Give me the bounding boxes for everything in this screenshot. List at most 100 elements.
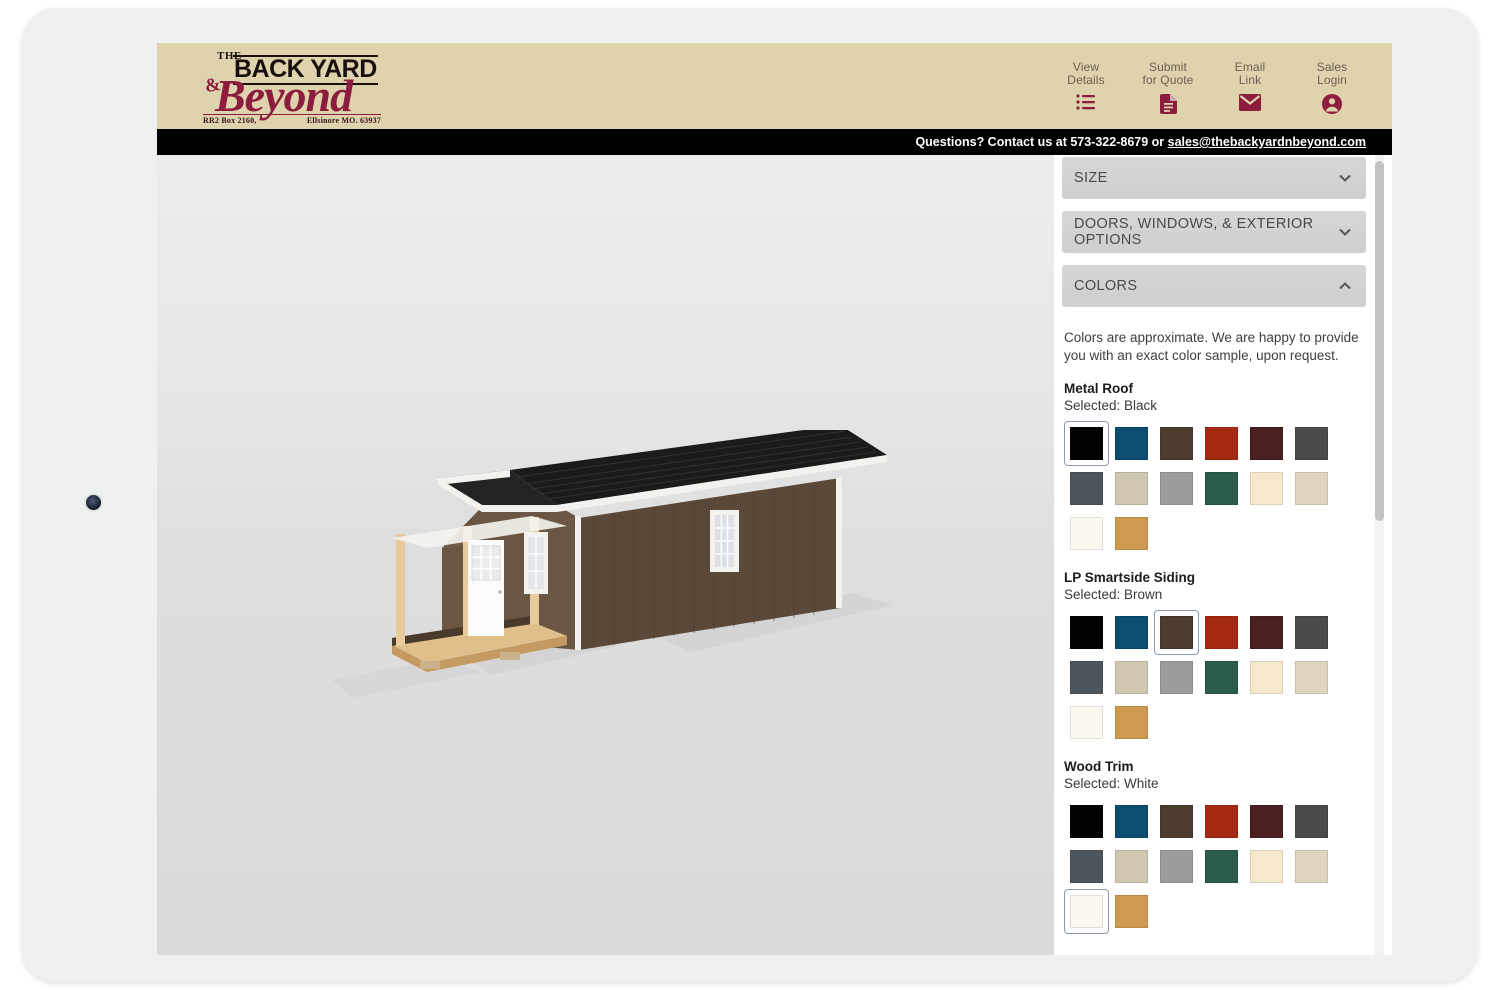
color-group-selected-label: Selected: Black: [1064, 398, 1158, 413]
color-swatch-fill: [1205, 616, 1238, 649]
door-window: [471, 545, 501, 581]
color-swatch[interactable]: [1109, 889, 1154, 934]
color-swatch[interactable]: [1064, 844, 1109, 889]
panel-scrollbar-thumb[interactable]: [1375, 161, 1384, 521]
color-swatch[interactable]: [1154, 655, 1199, 700]
logo-beyond-text: Beyond: [215, 70, 353, 121]
color-swatch-fill: [1070, 472, 1103, 505]
nav-label-submit-for-quote: Submit for Quote: [1142, 60, 1194, 87]
color-swatch-fill: [1115, 805, 1148, 838]
color-swatch[interactable]: [1199, 655, 1244, 700]
color-swatch[interactable]: [1154, 610, 1199, 655]
color-swatch[interactable]: [1289, 421, 1334, 466]
color-swatch[interactable]: [1064, 466, 1109, 511]
shed-3d-model[interactable]: [332, 430, 912, 700]
color-swatch-fill: [1070, 661, 1103, 694]
color-swatch[interactable]: [1289, 466, 1334, 511]
color-swatch[interactable]: [1064, 511, 1109, 556]
nav-item-view-details[interactable]: View Details: [1056, 61, 1116, 115]
color-swatch[interactable]: [1244, 655, 1289, 700]
accordion-doors-windows-exterior[interactable]: DOORS, WINDOWS, & EXTERIOR OPTIONS: [1062, 211, 1366, 253]
nav-item-sales-login[interactable]: Sales Login: [1302, 61, 1362, 119]
color-swatch[interactable]: [1154, 844, 1199, 889]
brand-logo[interactable]: THE BACK YARD & Beyond RR2 Box 2160, Ell…: [183, 48, 383, 125]
color-swatch[interactable]: [1244, 610, 1289, 655]
color-swatch-fill: [1250, 661, 1283, 694]
color-swatch[interactable]: [1199, 610, 1244, 655]
color-swatch[interactable]: [1199, 844, 1244, 889]
list-icon: [1076, 94, 1096, 115]
color-group: Metal Roof Selected: Black: [1064, 381, 1366, 556]
color-swatch[interactable]: [1289, 610, 1334, 655]
color-swatch[interactable]: [1109, 421, 1154, 466]
options-panel: SIZE DOORS, WINDOWS, & EXTERIOR OPTIONS …: [1054, 155, 1392, 955]
color-swatch-fill: [1160, 850, 1193, 883]
color-swatch[interactable]: [1154, 466, 1199, 511]
color-swatch-fill: [1295, 661, 1328, 694]
color-swatch-fill: [1160, 616, 1193, 649]
logo-address-right: Ellsinore MO. 63937: [306, 116, 381, 125]
color-swatch[interactable]: [1109, 466, 1154, 511]
color-swatch-fill: [1115, 517, 1148, 550]
nav-item-email-link[interactable]: Email Link: [1220, 61, 1280, 116]
color-swatch[interactable]: [1199, 799, 1244, 844]
nav-item-submit-for-quote[interactable]: Submit for Quote: [1138, 61, 1198, 119]
color-swatch[interactable]: [1064, 655, 1109, 700]
nav-label-sales-login: Sales Login: [1316, 60, 1348, 87]
color-swatch[interactable]: [1244, 466, 1289, 511]
accordion-colors[interactable]: COLORS: [1062, 265, 1366, 307]
color-swatch[interactable]: [1064, 889, 1109, 934]
color-swatch[interactable]: [1244, 844, 1289, 889]
person-icon: [1322, 94, 1342, 119]
color-swatch[interactable]: [1289, 799, 1334, 844]
color-swatch-fill: [1295, 427, 1328, 460]
corner-trim-rear: [836, 477, 842, 608]
color-swatch[interactable]: [1109, 844, 1154, 889]
contact-prefix: Questions? Contact us at 573-322-8679 or: [915, 135, 1168, 149]
contact-bar: Questions? Contact us at 573-322-8679 or…: [157, 129, 1392, 155]
color-group-selected-label: Selected: White: [1064, 776, 1159, 791]
color-swatch[interactable]: [1199, 466, 1244, 511]
color-group-title: LP Smartside Siding: [1064, 570, 1196, 585]
color-swatch-fill: [1070, 706, 1103, 739]
color-group-title: Wood Trim: [1064, 759, 1134, 774]
color-swatch-fill: [1070, 427, 1103, 460]
color-swatch[interactable]: [1064, 700, 1109, 745]
color-swatch[interactable]: [1154, 799, 1199, 844]
color-swatch[interactable]: [1109, 610, 1154, 655]
color-swatch[interactable]: [1064, 610, 1109, 655]
document-icon: [1159, 94, 1177, 119]
color-swatch-fill: [1295, 805, 1328, 838]
colors-content: Colors are approximate. We are happy to …: [1054, 319, 1392, 955]
color-swatch[interactable]: [1109, 655, 1154, 700]
color-swatch-fill: [1160, 805, 1193, 838]
color-group-title: Metal Roof: [1064, 381, 1133, 396]
color-swatch[interactable]: [1199, 421, 1244, 466]
accordion-size[interactable]: SIZE: [1062, 157, 1366, 199]
color-swatch[interactable]: [1154, 421, 1199, 466]
panel-scroll-content: SIZE DOORS, WINDOWS, & EXTERIOR OPTIONS …: [1054, 155, 1392, 955]
colors-note: Colors are approximate. We are happy to …: [1064, 330, 1359, 363]
color-swatch[interactable]: [1289, 844, 1334, 889]
color-swatch-fill: [1250, 427, 1283, 460]
nav-label-email-link: Email Link: [1234, 60, 1266, 87]
skid-left: [420, 661, 440, 669]
color-swatch[interactable]: [1289, 655, 1334, 700]
chevron-down-icon: [1338, 171, 1352, 185]
color-swatch[interactable]: [1109, 511, 1154, 556]
logo-address: RR2 Box 2160, Ellsinore MO. 63937: [203, 114, 381, 125]
color-swatch-fill: [1205, 427, 1238, 460]
color-swatch[interactable]: [1109, 700, 1154, 745]
color-swatch[interactable]: [1064, 799, 1109, 844]
color-swatch[interactable]: [1244, 799, 1289, 844]
color-swatch-fill: [1070, 895, 1103, 928]
color-swatch-fill: [1160, 472, 1193, 505]
color-swatch-fill: [1250, 850, 1283, 883]
color-swatch[interactable]: [1244, 421, 1289, 466]
model-viewer[interactable]: [157, 155, 1054, 955]
color-swatch-fill: [1295, 616, 1328, 649]
color-swatch-fill: [1295, 850, 1328, 883]
contact-email-link[interactable]: sales@thebackyardnbeyond.com: [1168, 135, 1366, 149]
color-swatch[interactable]: [1064, 421, 1109, 466]
color-swatch[interactable]: [1109, 799, 1154, 844]
